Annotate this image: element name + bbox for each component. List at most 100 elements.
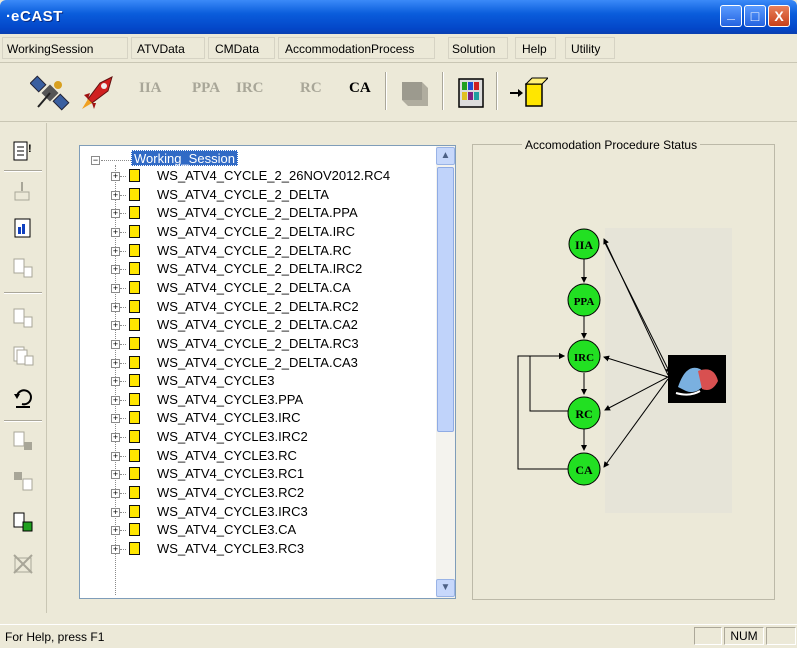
scroll-down-button[interactable]: ▼ [436, 579, 455, 597]
tree-expand-button[interactable]: + [111, 265, 120, 274]
tree-expand-button[interactable]: + [111, 396, 120, 405]
toolbar-ca-button[interactable]: CA [349, 80, 371, 97]
tree-item[interactable]: + WS_ATV4_CYCLE3.IRC2 [80, 428, 435, 445]
tree-expand-button[interactable]: + [111, 377, 120, 386]
cube-icon[interactable] [398, 76, 432, 110]
tree-expand-button[interactable]: + [111, 191, 120, 200]
tree-item[interactable]: + WS_ATV4_CYCLE3.RC2 [80, 484, 435, 501]
tree-expand-button[interactable]: + [111, 508, 120, 517]
tree-connector [120, 251, 126, 252]
tree-item[interactable]: + WS_ATV4_CYCLE_2_DELTA.RC2 [80, 298, 435, 315]
menu-help-label[interactable]: Help [522, 42, 547, 56]
menu-accommodationprocess-label[interactable]: AccommodationProcess [285, 42, 414, 56]
tree-item[interactable]: + WS_ATV4_CYCLE3 [80, 372, 435, 389]
tree-item[interactable]: + WS_ATV4_CYCLE_2_DELTA.CA2 [80, 316, 435, 333]
folder-icon [129, 356, 140, 369]
menu-atvdata-label[interactable]: ATVData [137, 42, 185, 56]
tree-expand-button[interactable]: + [111, 340, 120, 349]
rocket-icon[interactable] [78, 73, 118, 113]
report-icon[interactable] [12, 217, 34, 239]
tree-root-item[interactable]: Working_Session [131, 150, 238, 166]
satellite-icon[interactable] [29, 73, 70, 113]
tree-connector [120, 456, 126, 457]
tree-connector [120, 307, 126, 308]
scroll-up-button[interactable]: ▲ [436, 147, 455, 165]
node-rc-label: RC [575, 407, 592, 421]
doc-to-cube-icon[interactable] [12, 430, 34, 452]
tree-item[interactable]: + WS_ATV4_CYCLE_2_DELTA.IRC [80, 223, 435, 240]
tree-connector [120, 176, 126, 177]
import-icon[interactable] [12, 180, 34, 202]
tree-item[interactable]: + WS_ATV4_CYCLE_2_DELTA [80, 186, 435, 203]
toolbar-separator [4, 420, 42, 422]
doc-green-cube-icon[interactable] [12, 511, 34, 533]
procedure-diagram: IIA PPA IRC RC CA [517, 228, 732, 513]
tree-expand-button[interactable]: + [111, 321, 120, 330]
tree-expand-button[interactable]: + [111, 209, 120, 218]
export-icon[interactable] [508, 76, 550, 110]
tree-item[interactable]: + WS_ATV4_CYCLE3.RC1 [80, 465, 435, 482]
tree-item-label: WS_ATV4_CYCLE_2_DELTA.RC2 [157, 299, 359, 314]
tree-expand-button[interactable]: + [111, 172, 120, 181]
cube-to-doc-icon[interactable] [12, 470, 34, 492]
transfer-doc-icon[interactable] [12, 257, 34, 279]
toolbar-rc-button[interactable]: RC [300, 80, 322, 97]
close-button[interactable]: X [768, 5, 790, 27]
undo-icon[interactable] [12, 387, 34, 409]
tree-expand-button[interactable]: + [111, 452, 120, 461]
tree-item[interactable]: + WS_ATV4_CYCLE_2_DELTA.CA [80, 279, 435, 296]
session-tree[interactable]: − Working_Session + WS_ATV4_CYCLE_2_26NOV20… [79, 145, 456, 599]
tree-collapse-button[interactable]: − [91, 156, 100, 165]
copy-doc-icon[interactable] [12, 307, 34, 329]
3ds-logo-icon[interactable] [668, 355, 726, 403]
toolbar-irc-button[interactable]: IRC [236, 80, 264, 97]
document-info-icon[interactable]: ! [12, 140, 34, 162]
tree-expand-button[interactable]: + [111, 433, 120, 442]
tree-item[interactable]: + WS_ATV4_CYCLE_2_DELTA.RC3 [80, 335, 435, 352]
tree-item-label: WS_ATV4_CYCLE_2_DELTA [157, 187, 329, 202]
menu-solution-label[interactable]: Solution [452, 42, 495, 56]
tree-item[interactable]: + WS_ATV4_CYCLE3.IRC [80, 409, 435, 426]
tree-item[interactable]: + WS_ATV4_CYCLE_2_DELTA.RC [80, 242, 435, 259]
tree-expand-button[interactable]: + [111, 247, 120, 256]
delete-disabled-icon[interactable] [12, 553, 34, 575]
menu-workingsession-label[interactable]: WorkingSession [7, 42, 93, 56]
tree-item[interactable]: + WS_ATV4_CYCLE3.RC3 [80, 540, 435, 557]
scroll-thumb[interactable] [437, 167, 454, 432]
title-bar: ·e CAST _ □ X [0, 0, 797, 34]
folder-icon [129, 393, 140, 406]
tree-expand-button[interactable]: + [111, 303, 120, 312]
minimize-button[interactable]: _ [720, 5, 742, 27]
tree-expand-button[interactable]: + [111, 228, 120, 237]
status-pane-scroll [766, 627, 796, 645]
tree-item-label: WS_ATV4_CYCLE3.IRC2 [157, 429, 308, 444]
tree-expand-button[interactable]: + [111, 359, 120, 368]
tree-expand-button[interactable]: + [111, 545, 120, 554]
cabinet-icon[interactable] [455, 75, 489, 111]
toolbar-iia-button[interactable]: IIA [139, 80, 162, 97]
tree-item-label: WS_ATV4_CYCLE3 [157, 373, 275, 388]
toolbar-ppa-button[interactable]: PPA [192, 80, 220, 97]
tree-item[interactable]: + WS_ATV4_CYCLE3.CA [80, 521, 435, 538]
multi-doc-icon[interactable] [12, 345, 34, 367]
tree-item[interactable]: + WS_ATV4_CYCLE3.IRC3 [80, 503, 435, 520]
tree-item[interactable]: + WS_ATV4_CYCLE_2_26NOV2012.RC4 [80, 167, 435, 184]
tree-item[interactable]: + WS_ATV4_CYCLE3.RC [80, 447, 435, 464]
menu-cmdata-label[interactable]: CMData [215, 42, 259, 56]
tree-item[interactable]: + WS_ATV4_CYCLE_2_DELTA.CA3 [80, 354, 435, 371]
tree-item[interactable]: + WS_ATV4_CYCLE_2_DELTA.PPA [80, 204, 435, 221]
svg-text:!: ! [28, 143, 32, 155]
tree-expand-button[interactable]: + [111, 489, 120, 498]
tree-expand-button[interactable]: + [111, 470, 120, 479]
node-iia-label: IIA [575, 238, 593, 252]
menu-utility-label[interactable]: Utility [571, 42, 600, 56]
tree-expand-button[interactable]: + [111, 414, 120, 423]
tree-expand-button[interactable]: + [111, 284, 120, 293]
tree-connector [120, 288, 126, 289]
maximize-button[interactable]: □ [744, 5, 766, 27]
tree-item-label: WS_ATV4_CYCLE3.RC [157, 448, 297, 463]
tree-item[interactable]: + WS_ATV4_CYCLE_2_DELTA.IRC2 [80, 260, 435, 277]
tree-item[interactable]: + WS_ATV4_CYCLE3.PPA [80, 391, 435, 408]
tree-expand-button[interactable]: + [111, 526, 120, 535]
tree-scrollbar[interactable]: ▲ ▼ [436, 146, 455, 598]
